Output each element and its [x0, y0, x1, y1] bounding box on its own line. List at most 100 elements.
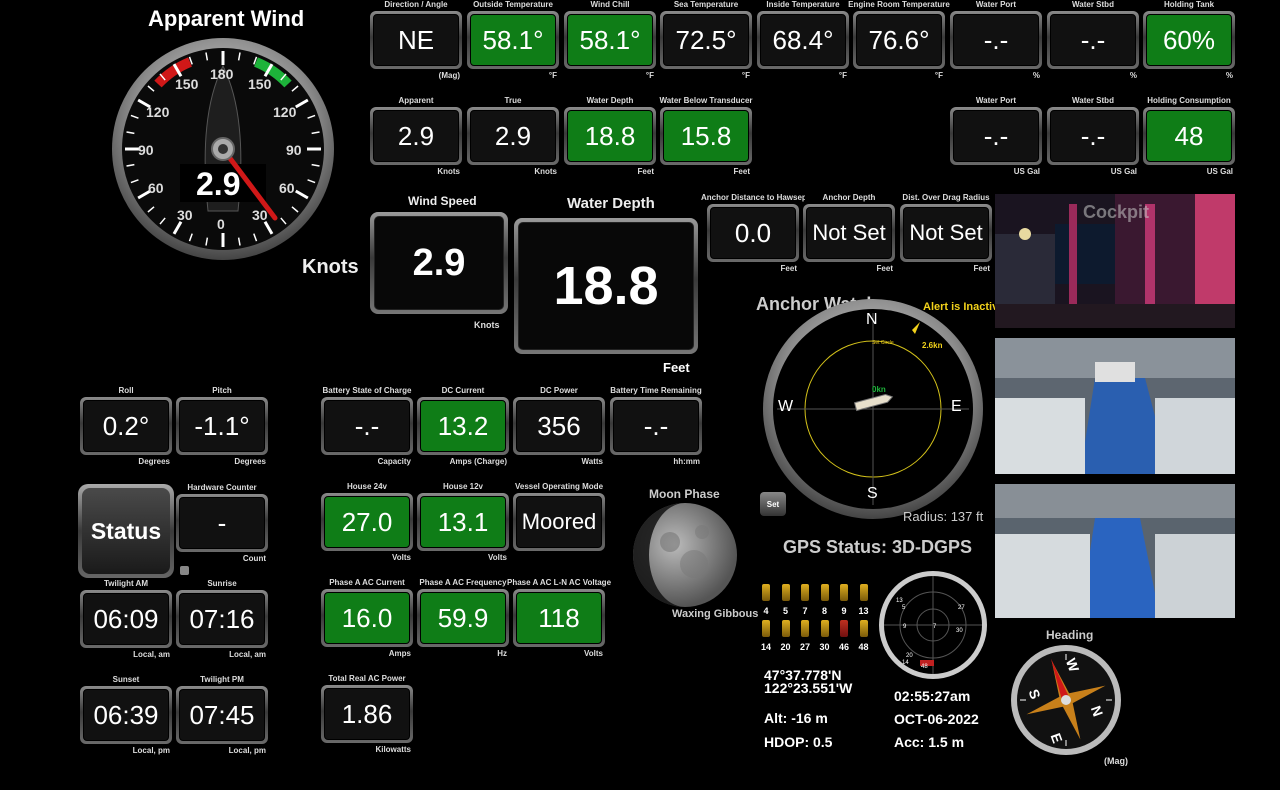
tile-value: -.-: [983, 121, 1009, 151]
tile-screen: -.-: [1050, 110, 1136, 162]
tile-label: Battery State of Charge: [322, 386, 412, 395]
tile-frame: 1.86: [321, 685, 413, 743]
gps-sat-number: 8: [821, 606, 827, 616]
tile-unit: Local, am: [229, 650, 266, 659]
tile-screen: 60%: [1146, 14, 1232, 66]
tile-label: Pitch: [212, 386, 232, 395]
gps-sky-sat-label: 13: [896, 598, 903, 604]
tile-attitude-0: Roll 0.2° Degrees: [80, 386, 172, 468]
engine-room-camera-2-image: [995, 484, 1235, 618]
tile-unit: US Gal: [1110, 167, 1137, 176]
heading-unit: (Mag): [1104, 756, 1128, 766]
tile-value: -.-: [643, 411, 669, 441]
tile-row1-7: Water Stbd -.- %: [1047, 0, 1139, 82]
tile-frame: Moored: [513, 493, 605, 551]
gps-hdop: HDOP: 0.5: [764, 734, 833, 750]
gps-lon: 122°23.551'W: [764, 680, 853, 696]
gps-signal-bar: [801, 620, 809, 637]
tile-value: -.-: [1080, 25, 1106, 55]
tile-value: 48: [1174, 121, 1204, 151]
tile-frame: 06:09: [80, 590, 172, 648]
tile-screen: 18.8: [567, 110, 653, 162]
tile-label: Phase A AC Frequency: [419, 578, 507, 587]
tile-screen: -1.1°: [179, 400, 265, 452]
tile-label: DC Power: [540, 386, 578, 395]
tile-unit: US Gal: [1206, 167, 1233, 176]
tile-frame: 27.0: [321, 493, 413, 551]
tile-row1-0: Direction / Angle NE (Mag): [370, 0, 462, 82]
tile-power-10: Total Real AC Power 1.86 Kilowatts: [321, 674, 413, 756]
water-depth-big-label: Water Depth: [567, 195, 655, 212]
tile-unit: Amps: [388, 649, 411, 658]
moon-icon: [633, 503, 737, 607]
tile-unit: US Gal: [1013, 167, 1040, 176]
gps-sky-sat-label: 27: [958, 605, 965, 611]
tile-times-2: Sunset 06:39 Local, pm: [80, 675, 172, 757]
tile-times-3: Twilight PM 07:45 Local, pm: [176, 675, 268, 757]
tile-unit: %: [1129, 71, 1137, 80]
tile-unit: °F: [934, 71, 943, 80]
tile-label: Water Stbd: [1072, 0, 1114, 9]
tile-value: 60%: [1162, 25, 1216, 55]
tile-power-9: Phase A AC L-N AC Voltage 118 Volts: [507, 578, 611, 660]
tile-label: Anchor Depth: [822, 193, 876, 202]
tile-value: 07:45: [189, 700, 255, 730]
tile-value: Moored: [521, 509, 597, 534]
anchor-set-button[interactable]: Set: [760, 492, 786, 516]
tile-frame: 59.9: [417, 589, 509, 647]
anchor-e: E: [951, 398, 962, 415]
tile-unit: Knots: [437, 167, 460, 176]
tile-value: 15.8: [680, 121, 732, 151]
camera-cockpit[interactable]: Cockpit: [995, 194, 1235, 328]
tile-frame: 2.9: [370, 107, 462, 165]
tile-value: 68.4°: [772, 25, 834, 55]
tile-value: Not Set: [909, 220, 983, 245]
tile-value: 72.5°: [675, 25, 737, 55]
tile-unit: Volts: [488, 553, 507, 562]
wind-scale-180: 180: [210, 66, 234, 82]
tile-frame: -.-: [610, 397, 702, 455]
wind-scale-120-left: 120: [146, 104, 170, 120]
status-button-label: Status: [90, 517, 162, 544]
tile-unit: Volts: [584, 649, 603, 658]
tile-screen: 0.0: [710, 207, 796, 259]
gps-signal-bar: [762, 620, 770, 637]
tile-screen: 15.8: [663, 110, 749, 162]
tile-frame: 58.1°: [467, 11, 559, 69]
status-button[interactable]: Status: [78, 484, 174, 578]
tile-value: 59.9: [437, 603, 489, 633]
tile-power-7: Phase A AC Current 16.0 Amps: [321, 578, 413, 660]
tile-screen: 07:16: [179, 593, 265, 645]
gps-signal-bar: [840, 620, 848, 637]
anchor-radius: Radius: 137 ft: [903, 509, 984, 524]
tile-value: 76.6°: [868, 25, 930, 55]
tile-label: Water Below Transducer: [659, 96, 753, 105]
gps-sat-number: 48: [858, 642, 869, 652]
tile-screen: -.-: [1050, 14, 1136, 66]
tile-times-0: Twilight AM 06:09 Local, am: [80, 579, 172, 661]
tile-value: 0.0: [734, 218, 772, 248]
gps-sat-number: 46: [838, 642, 849, 652]
gps-signal-bar: [781, 620, 790, 637]
tile-row2b-1: Water Stbd -.- US Gal: [1047, 96, 1139, 178]
tile-unit: °F: [741, 71, 750, 80]
tile-label: Inside Temperature: [766, 0, 840, 9]
tile-screen: -.-: [953, 14, 1039, 66]
tile-label: Twilight PM: [200, 675, 244, 684]
tile-unit: Local, pm: [228, 746, 266, 755]
hardware-counter-reset-button[interactable]: [180, 566, 189, 575]
gps-sky-sat-label: 9: [903, 624, 907, 630]
tile-value: 2.9: [397, 121, 435, 151]
tile-unit: Local, am: [133, 650, 170, 659]
camera-engine-room-1[interactable]: [995, 338, 1235, 474]
tile-label: Water Depth: [586, 96, 634, 105]
tile-value: 27.0: [341, 507, 393, 537]
tile-screen: 13.2: [420, 400, 506, 452]
camera-engine-room-2[interactable]: [995, 484, 1235, 618]
tile-frame: 72.5°: [660, 11, 752, 69]
tile-label: Dist. Over Drag Radius: [902, 193, 990, 202]
tile-label: Wind Chill: [590, 0, 630, 9]
gps-signal-bar: [859, 584, 868, 601]
tile-screen: Moored: [516, 496, 602, 548]
tile-label: Water Stbd: [1072, 96, 1114, 105]
